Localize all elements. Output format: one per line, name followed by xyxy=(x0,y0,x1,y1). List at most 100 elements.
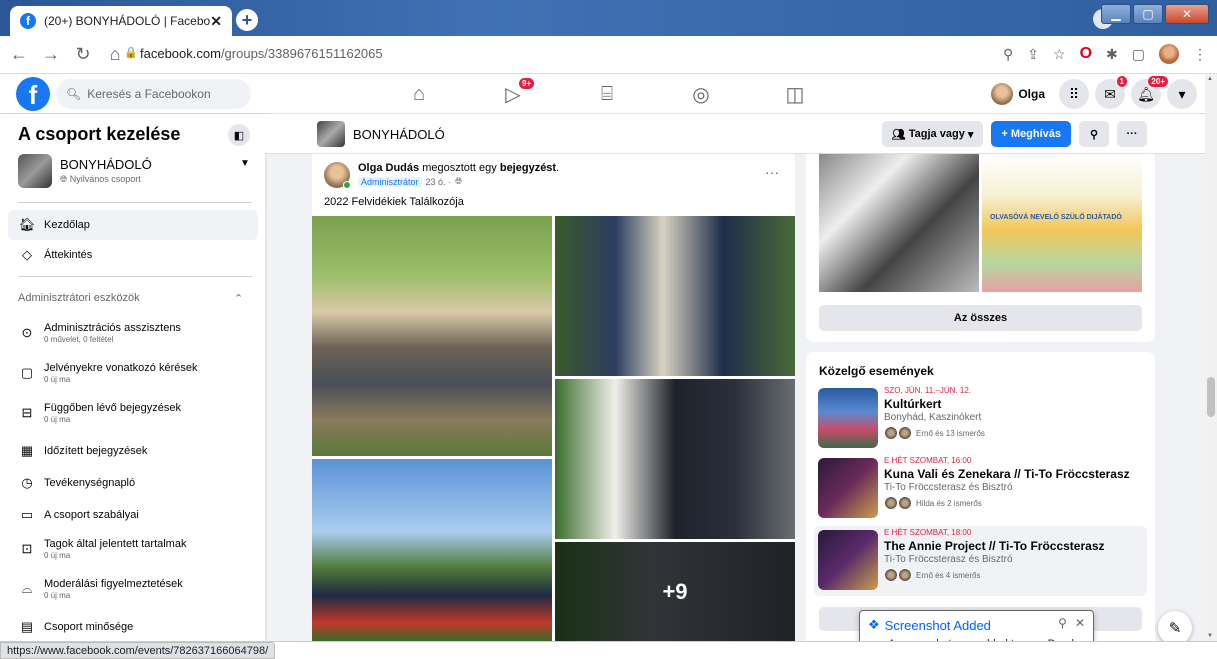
events-heading: Közelgő események xyxy=(819,364,934,378)
toast-settings-icon[interactable]: ⚲ xyxy=(1058,616,1067,630)
page-scrollbar[interactable]: ▲ ▼ xyxy=(1205,74,1217,641)
chevron-up-icon[interactable]: ⌃ xyxy=(234,292,243,305)
notifications-badge: 20+ xyxy=(1147,75,1169,88)
notifications-bell-icon[interactable]: 🔔︎ 20+ xyxy=(1131,75,1169,109)
sidebar-item-pending-posts[interactable]: ⊟ Függőben lévő bejegyzések 0 új ma xyxy=(8,396,258,430)
event-thumbnail xyxy=(818,388,878,448)
header-right: Olga ⠿ ✉ 1 🔔︎ 20+ ▾ xyxy=(988,75,1197,109)
post-time[interactable]: 23 ó. · xyxy=(426,177,452,187)
sidebar-item-group-rules[interactable]: ▭ A csoport szabályai xyxy=(8,500,258,530)
admin-assistant-icon: ⊙ xyxy=(21,325,33,340)
nav-marketplace-icon[interactable]: ⌸ xyxy=(560,74,654,114)
event-friends: Ernő és 4 ismerős xyxy=(884,568,980,582)
sidebar-item-activity-log[interactable]: ◷ Tevékenységnapló xyxy=(8,468,258,498)
sidebar-title: A csoport kezelése xyxy=(18,124,181,144)
group-title[interactable]: BONYHÁDOLÓ xyxy=(353,127,445,142)
facebook-header: f 🔍︎ Keresés a Facebookon ⌂ ▷ 9+ ⌸ ◎ ◫ Ol… xyxy=(0,74,1217,114)
event-item[interactable]: E HÉT SZOMBAT, 18:00 The Annie Project /… xyxy=(814,526,1147,596)
photo-officials[interactable] xyxy=(555,216,795,376)
browser-tab[interactable]: f (20+) BONYHÁDOLÓ | Facebook ✕ xyxy=(10,6,232,36)
sidebar-item-admin-assistant[interactable]: ⊙ Adminisztrációs asszisztens 0 művelet, … xyxy=(8,316,258,350)
post-link[interactable]: bejegyzést xyxy=(500,162,556,174)
author-name[interactable]: Olga Dudás xyxy=(358,162,419,174)
tab-title: (20+) BONYHÁDOLÓ | Facebook xyxy=(44,14,211,28)
bookmark-star-icon[interactable]: ☆ xyxy=(1053,46,1066,63)
event-thumbnail xyxy=(818,458,878,518)
group-more-button[interactable]: ··· xyxy=(1117,121,1147,147)
sidebar-item-overview[interactable]: ◇ Áttekintés xyxy=(8,240,258,270)
sidebar-item-member-reports[interactable]: ⊡ Tagok által jelentett tartalmak 0 új ma xyxy=(8,532,258,566)
opera-extension-icon[interactable]: O xyxy=(1080,45,1092,63)
sidebar-item-moderation-alerts[interactable]: ⌓ Moderálási figyelmeztetések 0 új ma xyxy=(8,572,258,606)
photo-two-men-park[interactable] xyxy=(312,459,552,641)
tab-close-icon[interactable]: ✕ xyxy=(210,13,222,30)
new-message-icon[interactable]: ✎ xyxy=(1158,611,1192,645)
scroll-down-icon[interactable]: ▼ xyxy=(1207,633,1213,639)
sidebar-item-badge-requests[interactable]: ▢ Jelvényekre vonatkozó kérések 0 új ma xyxy=(8,356,258,390)
group-type: 🌐︎ Nyilvános csoport xyxy=(60,174,141,184)
event-item[interactable]: E HÉT SZOMBAT, 16:00 Kuna Vali és Zeneka… xyxy=(814,454,1147,524)
media-image-award[interactable]: OLVASÓVÁ NEVELŐ SZÜLŐ DIJÁTADÓ xyxy=(982,154,1142,292)
profile-button[interactable]: Olga xyxy=(988,80,1053,108)
nav-gaming-icon[interactable]: ◫ xyxy=(748,74,842,114)
profile-avatar[interactable] xyxy=(1159,44,1179,64)
admin-tools-heading: Adminisztrátori eszközök xyxy=(18,292,140,304)
invite-button[interactable]: + Meghívás xyxy=(991,121,1071,147)
photo-memorial[interactable] xyxy=(312,216,552,456)
toast-title: ❖ Screenshot Added xyxy=(868,617,991,633)
post-header: Olga Dudás megosztott egy bejegyzést. xyxy=(358,162,560,174)
nav-home-icon[interactable]: ⌂ xyxy=(372,74,466,114)
minimize-button[interactable]: ▁ xyxy=(1101,4,1131,24)
reload-icon[interactable]: ↻ xyxy=(70,44,96,65)
extensions-puzzle-icon[interactable]: ✱ xyxy=(1106,46,1118,63)
scrollbar-thumb[interactable] xyxy=(1207,377,1215,417)
group-switcher[interactable]: BONYHÁDOLÓ 🌐︎ Nyilvános csoport xyxy=(18,154,152,188)
address-bar: ← → ↻ ⌂ 🔒 facebook.com/groups/3389676151… xyxy=(0,36,1217,74)
nav-groups-icon[interactable]: ◎ xyxy=(654,74,748,114)
globe-icon: 🌐︎ xyxy=(455,176,463,186)
photo-exhibition[interactable] xyxy=(555,379,795,539)
watch-badge: 9+ xyxy=(518,77,536,90)
close-window-button[interactable]: ✕ xyxy=(1165,4,1209,24)
share-icon[interactable]: ⇪ xyxy=(1027,46,1039,63)
messenger-icon[interactable]: ✉ 1 xyxy=(1095,75,1128,109)
sidepanel-icon[interactable]: ▢ xyxy=(1132,46,1145,63)
media-image-historic[interactable] xyxy=(819,154,979,292)
nav-watch-icon[interactable]: ▷ 9+ xyxy=(466,74,560,114)
sidebar-item-scheduled-posts[interactable]: ▦ Időzített bejegyzések xyxy=(8,436,258,466)
url-field[interactable]: facebook.com/groups/3389676151162065 xyxy=(140,46,383,61)
toast-actions: ⚲ ✕ xyxy=(1058,616,1085,630)
sidebar-item-group-quality[interactable]: ▤ Csoport minősége xyxy=(8,612,258,642)
window-controls: ▁ ▢ ✕ xyxy=(1101,4,1209,24)
facebook-logo-icon[interactable]: f xyxy=(16,77,50,111)
maximize-button[interactable]: ▢ xyxy=(1133,4,1163,24)
more-photos-count: +9 xyxy=(555,542,795,641)
event-friends: Ernő és 13 ismerős xyxy=(884,426,985,440)
photo-more[interactable]: +9 xyxy=(555,542,795,641)
account-caret-icon[interactable]: ▾ xyxy=(1167,79,1197,109)
back-icon[interactable]: ← xyxy=(6,44,32,65)
group-caret-icon[interactable]: ▼ xyxy=(240,158,250,169)
dropbox-icon: ❖ xyxy=(868,617,880,632)
collapse-sidebar-icon[interactable]: ◧ xyxy=(228,124,250,146)
menu-grid-icon[interactable]: ⠿ xyxy=(1059,79,1089,109)
scroll-up-icon[interactable]: ▲ xyxy=(1207,76,1213,82)
post-options-icon[interactable]: ··· xyxy=(765,164,779,180)
forward-icon[interactable]: → xyxy=(38,44,64,65)
divider xyxy=(18,202,252,203)
lock-icon[interactable]: 🔒 xyxy=(124,46,138,59)
sidebar-item-home[interactable]: 🏠︎ Kezdőlap xyxy=(8,210,258,240)
search-input[interactable]: 🔍︎ Keresés a Facebookon xyxy=(56,79,251,109)
toast-close-icon[interactable]: ✕ xyxy=(1075,616,1085,630)
membership-button[interactable]: 👥︎ Tagja vagy ▾ xyxy=(881,121,984,147)
browser-menu-icon[interactable]: ⋮ xyxy=(1193,46,1207,63)
author-avatar[interactable] xyxy=(324,162,351,189)
admin-badge: Adminisztrátor xyxy=(358,176,422,187)
report-icon: ⊡ xyxy=(21,541,33,556)
zoom-icon[interactable]: ⚲ xyxy=(1003,46,1013,63)
group-thumbnail[interactable] xyxy=(317,121,345,147)
event-item[interactable]: SZO, JÚN. 11.–JÚN. 12. Kultúrkert Bonyhá… xyxy=(814,384,1147,454)
new-tab-button[interactable]: + xyxy=(236,9,258,31)
see-all-button[interactable]: Az összes xyxy=(819,305,1142,331)
group-search-icon[interactable]: ⚲ xyxy=(1079,121,1109,147)
